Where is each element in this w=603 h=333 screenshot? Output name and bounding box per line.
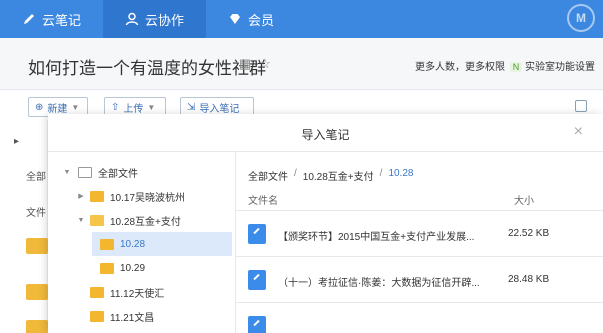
tab-cloud-collab[interactable]: 云协作: [103, 0, 207, 38]
breadcrumb-separator: /: [294, 168, 297, 179]
star-icon[interactable]: ☆: [257, 56, 273, 72]
note-file-icon: [248, 224, 266, 244]
note-file-icon: [248, 316, 266, 333]
lab-settings-link[interactable]: 实验室功能设置: [525, 58, 595, 73]
column-header-name: 文件名: [248, 196, 278, 207]
tree-node-1028-fintech[interactable]: ▼ 10.28互金+支付: [76, 208, 181, 232]
tab-label: 云协作: [145, 12, 185, 28]
tree-node-label: 10.17吴晓波杭州: [110, 192, 186, 204]
tab-label: 云笔记: [42, 12, 82, 28]
breadcrumb-separator: /: [379, 168, 383, 179]
title-icons: ▦ ☆: [237, 56, 273, 72]
chevron-down-icon: ▼: [147, 102, 156, 112]
edit-icon: [24, 14, 34, 24]
tree-node-label: 10.28互金+支付: [110, 216, 181, 228]
tree-node-label: 10.29: [120, 262, 146, 274]
tree-node-label: 10.28: [120, 238, 146, 250]
breadcrumb-item[interactable]: 全部文件: [248, 168, 288, 183]
tree-node-1112[interactable]: 11.12天使汇: [90, 280, 164, 304]
folder-icon: [100, 238, 114, 250]
page-title: 如何打造一个有温度的女性社群: [28, 59, 266, 78]
file-size: 28.48 KB: [508, 274, 550, 285]
folder-tree: ▼ 全部文件 ▶ 10.17吴晓波杭州 ▼ 10.28互金+支付 10.28 1…: [58, 152, 236, 333]
expand-arrow-icon[interactable]: ▸: [14, 136, 34, 147]
chevron-down-icon[interactable]: ▼: [76, 217, 86, 224]
folder-outline-icon: [78, 166, 92, 178]
folder-icon: [100, 262, 114, 274]
folder-icon: [90, 190, 104, 202]
breadcrumb-item[interactable]: 10.28互金+支付: [303, 168, 374, 183]
tree-node-1029[interactable]: 10.29: [100, 256, 145, 280]
more-people-link[interactable]: 更多人数，更多权限 N: [415, 58, 523, 73]
new-label: 新建: [47, 103, 68, 115]
folder-icon[interactable]: [26, 320, 48, 333]
plus-icon: ⊕: [35, 101, 44, 113]
file-row[interactable]: （十一）考拉征信·陈姜：大数据为征信开辟... 28.48 KB: [236, 256, 603, 302]
note-file-icon: [248, 270, 266, 290]
breadcrumb: 全部文件 / 10.28互金+支付 / 10.28: [248, 168, 413, 183]
page-header: 如何打造一个有温度的女性社群 ▦ ☆ 更多人数，更多权限 N 实验室功能设置: [0, 38, 603, 90]
tree-node-label: 11.12天使汇: [110, 288, 165, 300]
tree-node-1017[interactable]: ▶ 10.17吴晓波杭州: [76, 184, 185, 208]
import-label: 导入笔记: [199, 103, 240, 115]
top-navigation: 云笔记 云协作 会员 M: [0, 0, 603, 38]
close-icon[interactable]: ×: [574, 123, 583, 141]
chevron-right-icon[interactable]: ▶: [76, 192, 86, 200]
tree-node-all-files[interactable]: ▼ 全部文件: [62, 160, 138, 184]
background-list: ▸ 全部 文件: [0, 120, 48, 333]
tab-cloud-notes[interactable]: 云笔记: [0, 0, 103, 38]
watermark-logo: M: [567, 4, 595, 32]
import-icon: ⇲: [187, 101, 196, 113]
import-notes-dialog: 导入笔记 × ▼ 全部文件 ▶ 10.17吴晓波杭州 ▼ 10.28互金+支付 …: [48, 114, 603, 333]
tree-node-1028[interactable]: 10.28: [92, 232, 232, 256]
settings-icon[interactable]: [575, 100, 587, 112]
upload-icon: ⇧: [111, 101, 120, 113]
folder-icon[interactable]: [26, 238, 48, 254]
file-list-panel: 全部文件 / 10.28互金+支付 / 10.28 文件名 大小 【颁奖环节】2…: [236, 152, 603, 333]
tab-label: 会员: [248, 12, 275, 28]
chevron-down-icon: ▼: [71, 102, 80, 112]
dialog-header: 导入笔记 ×: [48, 114, 603, 152]
more-people-label: 更多人数，更多权限: [415, 62, 505, 73]
tree-node-label: 11.21文昌: [110, 312, 155, 324]
file-name: 【颁奖环节】2015中国互金+支付产业发展...: [278, 232, 475, 243]
new-badge: N: [509, 62, 523, 72]
calendar-icon[interactable]: ▦: [237, 56, 253, 72]
folder-icon: [90, 286, 104, 298]
upload-label: 上传: [123, 103, 144, 115]
breadcrumb-current: 10.28: [388, 168, 414, 179]
user-icon: [125, 12, 139, 26]
tree-node-1121[interactable]: 11.21文昌: [90, 304, 154, 328]
file-size: 22.52 KB: [508, 228, 550, 239]
dialog-title: 导入笔记: [301, 128, 350, 142]
tree-node-label: 全部文件: [98, 168, 138, 180]
folder-icon[interactable]: [26, 284, 48, 300]
file-row[interactable]: 【颁奖环节】2015中国互金+支付产业发展... 22.52 KB: [236, 210, 603, 256]
file-name: （十一）考拉征信·陈姜：大数据为征信开辟...: [278, 278, 480, 289]
tab-membership[interactable]: 会员: [206, 0, 296, 38]
folder-icon: [90, 310, 104, 322]
folder-open-icon: [90, 214, 104, 226]
diamond-icon: [230, 14, 241, 24]
chevron-down-icon[interactable]: ▼: [62, 169, 72, 176]
column-header-size: 大小: [514, 196, 534, 207]
file-row[interactable]: [236, 302, 603, 333]
